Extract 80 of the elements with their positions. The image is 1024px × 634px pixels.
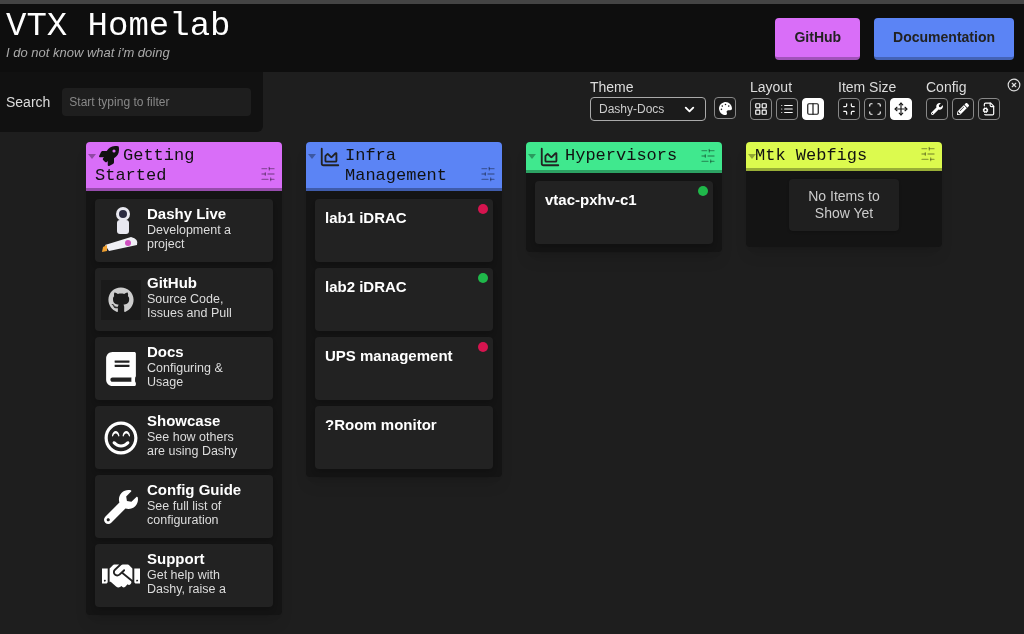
site-title: VTX Homelab: [6, 7, 231, 45]
item-card[interactable]: Support Get help with Dashy, raise a: [95, 544, 273, 607]
item-description: See full list of configuration: [147, 499, 223, 527]
item-description: Configuring & Usage: [147, 361, 224, 389]
shrink-icon: [842, 102, 856, 116]
expand-icon: [894, 102, 908, 116]
item-card[interactable]: GitHub Source Code, Issues and Pull: [95, 268, 273, 331]
item-size-button[interactable]: [838, 98, 860, 120]
chart-icon: [319, 146, 341, 168]
item-card[interactable]: lab1 iDRAC: [315, 199, 493, 262]
search-label: Search: [6, 92, 51, 112]
item-description: Get help with Dashy, raise a: [147, 568, 227, 596]
item-title: Config Guide: [147, 481, 243, 499]
section-settings-icon[interactable]: [700, 148, 716, 164]
item-card[interactable]: UPS management: [315, 337, 493, 400]
columns-layout-icon: [806, 102, 820, 116]
empty-message: No Items to Show Yet: [789, 179, 899, 231]
chart-icon: [539, 146, 561, 168]
grid-layout-icon: [754, 102, 768, 116]
item-card[interactable]: Showcase See how others are using Dashy: [95, 406, 273, 469]
collapse-arrow-icon: [308, 154, 316, 159]
layout-button[interactable]: [776, 98, 798, 120]
section-header[interactable]: Hypervisors: [526, 142, 722, 173]
file-icon: [982, 102, 996, 116]
collapse-arrow-icon: [528, 154, 536, 159]
frame-icon: [868, 102, 882, 116]
item-card[interactable]: Docs Configuring & Usage: [95, 337, 273, 400]
collapse-arrow-icon: [748, 154, 756, 159]
item-title: UPS management: [324, 346, 453, 365]
item-card[interactable]: Config Guide See full list of configuration: [95, 475, 273, 538]
section-title: Hypervisors: [535, 146, 678, 168]
section-title: Infra Management: [315, 146, 477, 186]
config-label: Config: [926, 78, 968, 96]
theme-label: Theme: [590, 78, 635, 96]
list-layout-icon: [780, 102, 794, 116]
layout-label: Layout: [750, 78, 794, 96]
wrench-icon: [931, 103, 943, 115]
item-title: Dashy Live: [147, 205, 228, 223]
section-header[interactable]: Mtk Webfigs: [746, 142, 942, 171]
layout-button[interactable]: [750, 98, 772, 120]
close-icon[interactable]: [1007, 78, 1021, 92]
smiley-icon: [104, 420, 138, 455]
item-card[interactable]: ?Room monitor: [315, 406, 493, 469]
section-header[interactable]: Infra Management: [306, 142, 502, 191]
config-button[interactable]: [926, 98, 948, 120]
item-description: See how others are using Dashy: [147, 430, 239, 458]
book-icon: [104, 351, 138, 386]
item-card[interactable]: lab2 iDRAC: [315, 268, 493, 331]
item-title: Showcase: [147, 412, 222, 430]
item-card[interactable]: vtac-pxhv-c1: [535, 181, 713, 244]
section-title: Mtk Webfigs: [755, 146, 868, 166]
item-title: GitHub: [147, 274, 198, 292]
item-card[interactable]: Dashy Live Development a project: [95, 199, 273, 262]
item-title: Docs: [147, 343, 185, 361]
item-title: Support: [147, 550, 206, 568]
item-title: ?Room monitor: [324, 415, 437, 434]
item-title: vtac-pxhv-c1: [544, 190, 637, 209]
palette-icon: [718, 101, 732, 115]
search-field[interactable]: Start typing to filter: [62, 88, 252, 116]
github-logo-icon: [101, 279, 141, 320]
site-subtitle: I do not know what i'm doing: [6, 45, 171, 61]
item-description: Development a project: [147, 223, 233, 251]
pencil-icon: [957, 103, 969, 115]
section-settings-icon[interactable]: [920, 146, 936, 162]
section-header[interactable]: Getting Started: [86, 142, 282, 191]
edit-button[interactable]: [952, 98, 974, 120]
item-size-label: Item Size: [838, 78, 898, 96]
collapse-arrow-icon: [88, 154, 96, 159]
nav-link-button[interactable]: Documentation: [874, 18, 1014, 60]
item-title: lab2 iDRAC: [324, 277, 407, 296]
item-description: Source Code, Issues and Pull: [147, 292, 233, 320]
wrench-icon: [104, 489, 138, 524]
item-size-button[interactable]: [864, 98, 886, 120]
theme-select[interactable]: Dashy-Docs: [590, 97, 706, 121]
section-title: Getting Started: [95, 146, 196, 186]
config-file-button[interactable]: [978, 98, 1000, 120]
rocket-icon: [99, 146, 119, 166]
palette-button[interactable]: [714, 97, 736, 119]
nav-link-button[interactable]: GitHub: [775, 18, 861, 60]
item-title: lab1 iDRAC: [324, 208, 407, 227]
